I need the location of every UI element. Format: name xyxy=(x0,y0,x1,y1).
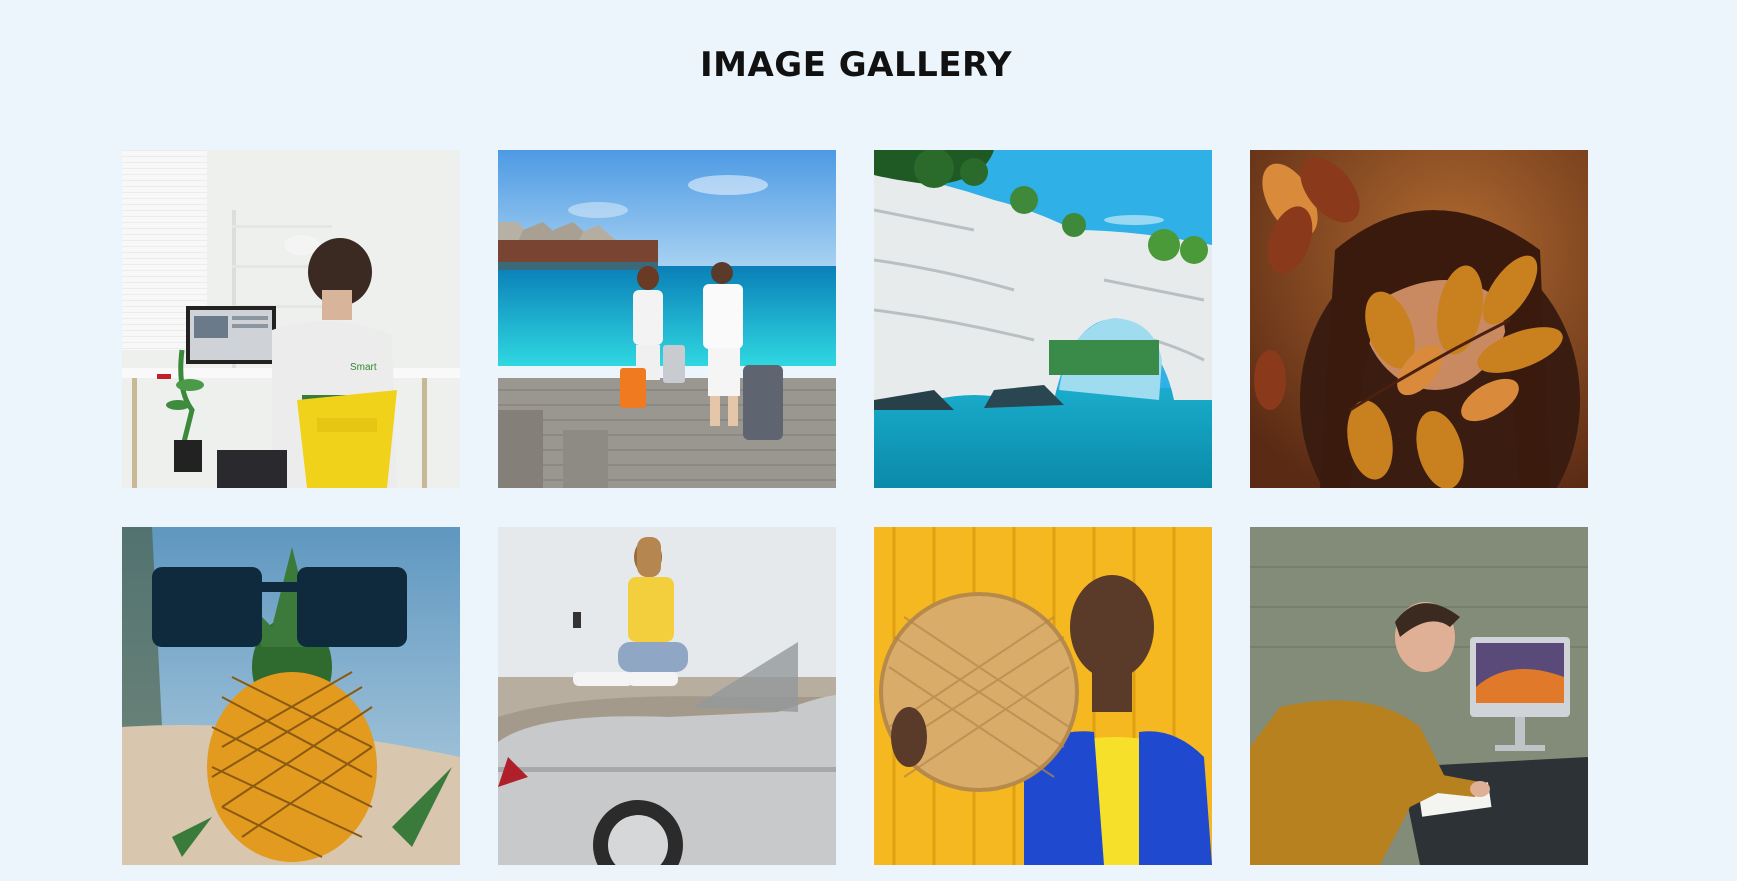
gallery-image-7[interactable] xyxy=(874,527,1212,865)
gallery-page: IMAGE GALLERY Smart xyxy=(0,0,1737,881)
rock-arch-sea-image xyxy=(874,150,1212,488)
gallery-image-5[interactable] xyxy=(122,527,460,865)
gallery-image-8[interactable] xyxy=(1250,527,1588,865)
page-title: IMAGE GALLERY xyxy=(700,45,1012,85)
couple-pier-luggage-image xyxy=(498,150,836,488)
pineapple-sunglasses-image xyxy=(122,527,460,865)
woman-autumn-leaves-image xyxy=(1250,150,1588,488)
gallery-image-1[interactable]: Smart xyxy=(122,150,460,488)
gallery-image-6[interactable] xyxy=(498,527,836,865)
svg-text:Smart: Smart xyxy=(350,362,377,373)
image-grid: Smart xyxy=(122,150,1588,865)
gallery-image-3[interactable] xyxy=(874,150,1212,488)
woman-straw-hat-image xyxy=(874,527,1212,865)
person-working-laptop-image: Smart xyxy=(122,150,460,488)
man-writing-desk-image xyxy=(1250,527,1588,865)
woman-on-car-image xyxy=(498,527,836,865)
gallery-image-4[interactable] xyxy=(1250,150,1588,488)
gallery-image-2[interactable] xyxy=(498,150,836,488)
